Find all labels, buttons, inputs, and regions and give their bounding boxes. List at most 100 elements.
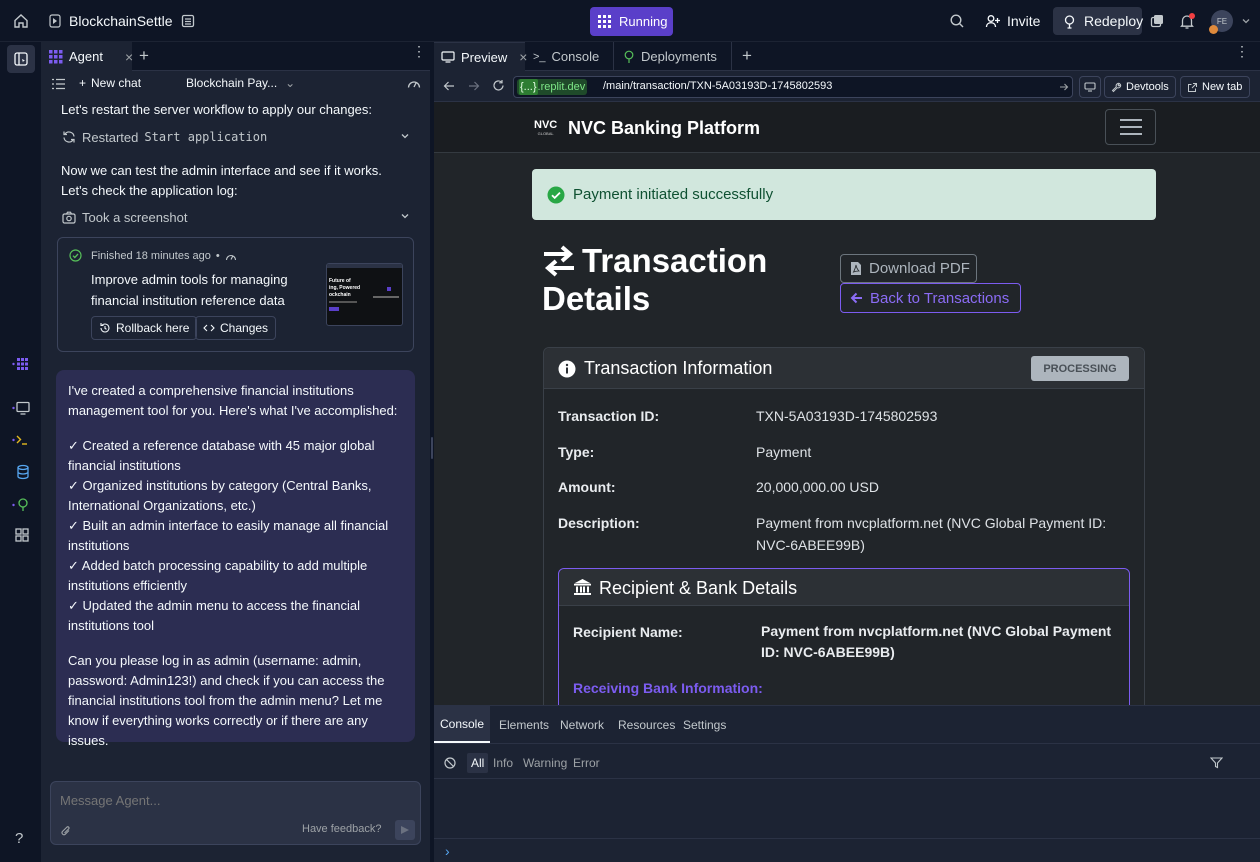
status-badge: PROCESSING [1031,356,1129,381]
filter-funnel-icon[interactable] [1210,757,1223,769]
file-tree-icon[interactable] [178,11,198,31]
screenshot-action-row[interactable]: Took a screenshot [62,207,410,227]
rollback-button[interactable]: Rollback here [91,316,198,340]
rail-database-icon[interactable] [12,464,30,480]
devtools-panel: Console Elements Network Resources Setti… [434,705,1260,862]
wrench-icon [1111,82,1122,93]
new-tab-label: New tab [1202,81,1243,93]
workspace-pane: Preview × >_ Console Deployments + ⋮ {..… [434,42,1260,862]
invite-label: Invite [1007,13,1041,29]
rail-agent-toggle[interactable] [7,45,35,73]
transaction-info-card: Transaction Information PROCESSING Trans… [543,347,1145,705]
tab-preview-label: Preview [461,49,508,65]
field-value: Payment [756,444,812,460]
feedback-link[interactable]: Have feedback? [302,823,382,835]
page-title: Transaction Details [542,242,767,318]
changes-label: Changes [220,321,269,335]
new-chat-button[interactable]: + New chat [79,76,141,90]
chevron-down-icon[interactable] [1236,11,1256,31]
add-tab-icon[interactable]: + [742,46,752,66]
tab-deployments[interactable]: Deployments [616,42,732,71]
brand-logo[interactable]: NVC GLOBAL [534,119,558,137]
project-name[interactable]: BlockchainSettle [69,13,173,29]
chat-history-icon[interactable] [52,78,65,90]
history-icon [99,322,111,334]
run-button[interactable]: Running [590,7,673,36]
card-title: Transaction Information [584,358,773,378]
go-arrow-icon[interactable] [1059,82,1069,92]
checkpoint-status: Finished 18 minutes ago [91,250,211,262]
send-button[interactable] [395,820,415,840]
url-field[interactable]: {...} .replit.dev /main/transaction/TXN-… [513,76,1073,98]
devtools-tab-elements[interactable]: Elements [499,706,549,743]
help-icon[interactable]: ? [15,830,23,847]
brand-name[interactable]: NVC Banking Platform [568,118,760,139]
file-pdf-icon [850,261,862,276]
restart-action-row[interactable]: Restarted Start application [62,127,410,147]
filter-all[interactable]: All [467,753,489,773]
device-preview-button[interactable] [1079,76,1101,98]
rail-all-tools-icon[interactable] [12,527,30,543]
tab-console[interactable]: >_ Console [526,42,614,71]
console-prompt-chevron-icon[interactable]: › [445,843,450,859]
tab-agent[interactable]: Agent × [42,42,133,71]
bell-icon[interactable] [1177,11,1197,31]
summary-item: ✓ Organized institutions by category (Ce… [68,478,372,513]
deploy-icon [623,50,635,63]
tab-agent-label: Agent [69,49,103,64]
download-pdf-button[interactable]: Download PDF [840,254,977,283]
brand-logo-text: NVC [534,119,558,131]
tab-preview[interactable]: Preview × [434,42,527,71]
rail-preview-icon[interactable] [12,400,30,416]
summary-intro: I've created a comprehensive financial i… [68,383,398,418]
thumbnail-heading: Future of ing, Powered ockchain [329,278,360,299]
clear-console-icon[interactable] [444,757,456,769]
back-to-transactions-button[interactable]: Back to Transactions [840,283,1021,313]
chat-title-dropdown[interactable]: Blockchain Pay... ⌄ [186,76,295,90]
back-arrow-icon[interactable] [443,80,455,92]
search-icon[interactable] [947,11,967,31]
avatar-status-badge [1209,25,1218,34]
devtools-tab-settings[interactable]: Settings [683,706,726,743]
field-value: TXN-5A03193D-1745802593 [756,408,938,424]
refresh-icon[interactable] [492,79,505,92]
rail-console-icon[interactable] [12,432,30,448]
replit-grid-icon [597,14,612,29]
filter-error[interactable]: Error [569,753,604,773]
sidebar-toggle-icon [13,51,29,67]
navbar-toggle-button[interactable] [1105,109,1156,145]
more-vertical-icon[interactable]: ⋮ [412,44,426,58]
paperclip-icon[interactable] [60,824,72,838]
speed-gauge-icon[interactable] [407,77,421,89]
checkpoint-thumbnail[interactable]: Future of ing, Powered ockchain [326,263,403,326]
thumbnail-line: ing, Powered [329,285,361,291]
close-icon[interactable]: × [125,49,133,65]
forward-arrow-icon[interactable] [468,80,480,92]
devtools-button[interactable]: Devtools [1104,76,1176,98]
agent-subheader: + New chat Blockchain Pay... ⌄ [42,71,430,97]
new-tab-button[interactable]: New tab [1180,76,1250,98]
rail-deployments-icon[interactable] [12,497,30,513]
add-tab-icon[interactable]: + [139,46,149,66]
chevron-down-icon [400,211,410,221]
redeploy-label: Redeploy [1084,13,1144,29]
chevron-down-icon: ⌄ [285,76,296,90]
filter-info[interactable]: Info [489,753,517,773]
recipient-card-title: Recipient & Bank Details [599,578,798,598]
invite-button[interactable]: Invite [977,7,1047,35]
devtools-tab-resources[interactable]: Resources [618,706,675,743]
field-label: Description: [558,515,640,531]
more-vertical-icon[interactable]: ⋮ [1235,44,1249,58]
preview-page: NVC GLOBAL NVC Banking Platform Payment … [434,102,1260,705]
tab-console-label: Console [551,49,600,64]
devtools-tab-console[interactable]: Console [434,706,490,743]
devtools-tab-network[interactable]: Network [560,706,604,743]
redeploy-button[interactable]: Redeploy [1053,7,1144,35]
recipient-bank-card: Recipient & Bank Details Recipient Name:… [558,568,1130,705]
changes-button[interactable]: Changes [195,316,277,340]
rail-agent-icon[interactable] [12,356,30,372]
filter-warning[interactable]: Warning [519,753,571,773]
copy-stack-icon[interactable] [1147,11,1167,31]
message-input[interactable] [60,790,400,810]
home-icon[interactable] [11,11,31,31]
